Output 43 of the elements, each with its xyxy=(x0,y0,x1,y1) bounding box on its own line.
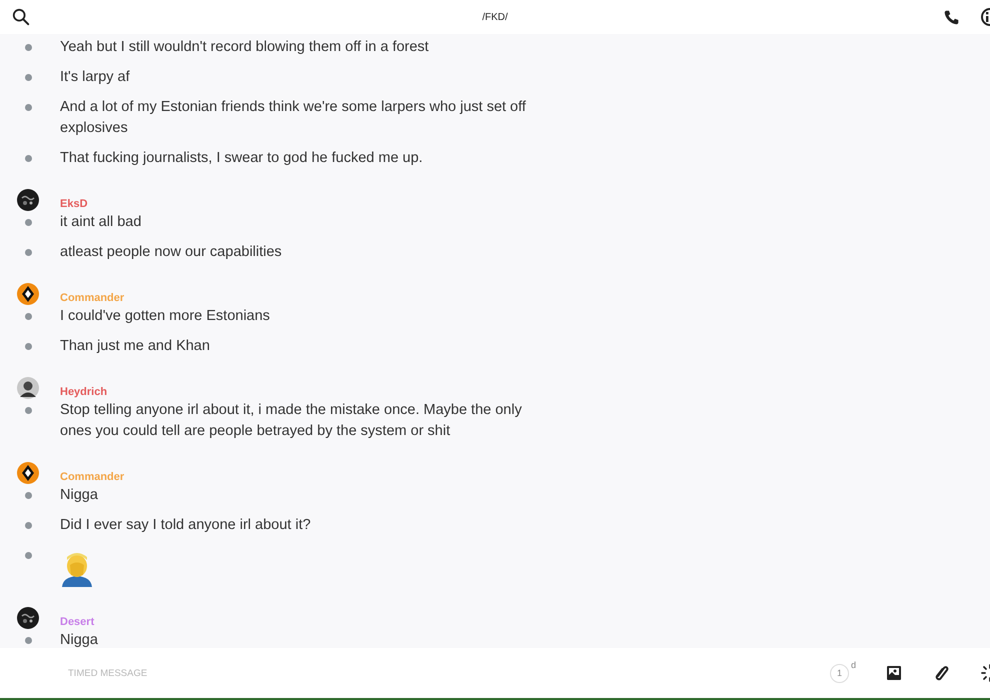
sender-name: Heydrich xyxy=(60,385,108,399)
bullet-dot xyxy=(25,522,32,529)
avatar[interactable] xyxy=(17,377,39,399)
message-field[interactable]: TIMED MESSAGE xyxy=(68,668,148,678)
bullet-dot xyxy=(25,104,32,111)
sender-name: EksD xyxy=(60,197,88,211)
search-icon[interactable] xyxy=(12,8,30,26)
bullet-dot xyxy=(25,155,32,162)
avatar[interactable] xyxy=(17,607,39,629)
bullet-dot xyxy=(25,313,32,320)
sparkle-icon[interactable] xyxy=(980,663,990,683)
sender-name: Commander xyxy=(60,291,124,305)
facepalm-emoji-icon xyxy=(59,551,95,587)
bullet-dot xyxy=(25,74,32,81)
message-text: Yeah but I still wouldn't record blowing them off in a forest xyxy=(60,38,430,57)
image-icon[interactable] xyxy=(884,663,904,683)
message-text: That fucking journalists, I swear to god he fucked me up. xyxy=(60,149,424,168)
bullet-dot xyxy=(25,552,32,559)
bullet-dot xyxy=(25,219,32,226)
message-text: Nigga xyxy=(60,631,99,648)
bullet-dot xyxy=(25,44,32,51)
message-text: it aint all bad xyxy=(60,213,142,232)
phone-icon[interactable] xyxy=(943,8,960,26)
bullet-dot xyxy=(25,637,32,644)
message-text: It's larpy af xyxy=(60,68,131,87)
bullet-dot xyxy=(25,249,32,256)
sender-name: Commander xyxy=(60,470,124,484)
avatar[interactable] xyxy=(17,462,39,484)
bullet-dot xyxy=(25,343,32,350)
chat-title: /FKD/ xyxy=(482,12,508,22)
sender-name: Desert xyxy=(60,615,94,629)
message-text: Than just me and Khan xyxy=(60,337,211,356)
avatar[interactable] xyxy=(17,283,39,305)
avatar[interactable] xyxy=(17,189,39,211)
message-text: Did I ever say I told anyone irl about it? xyxy=(60,516,312,535)
message-text: Stop telling anyone irl about it, i made the mistake once. Maybe the only ones you could tell are people betrayed by the system or shit xyxy=(60,401,523,441)
bullet-dot xyxy=(25,407,32,414)
message-text: And a lot of my Estonian friends think we're some larpers who just set off explosives xyxy=(60,98,527,138)
message-text: atleast people now our capabilities xyxy=(60,243,283,262)
message-text: I could've gotten more Estonians xyxy=(60,307,271,326)
info-icon[interactable] xyxy=(980,7,990,27)
bullet-dot xyxy=(25,492,32,499)
message-text: Nigga xyxy=(60,486,99,505)
